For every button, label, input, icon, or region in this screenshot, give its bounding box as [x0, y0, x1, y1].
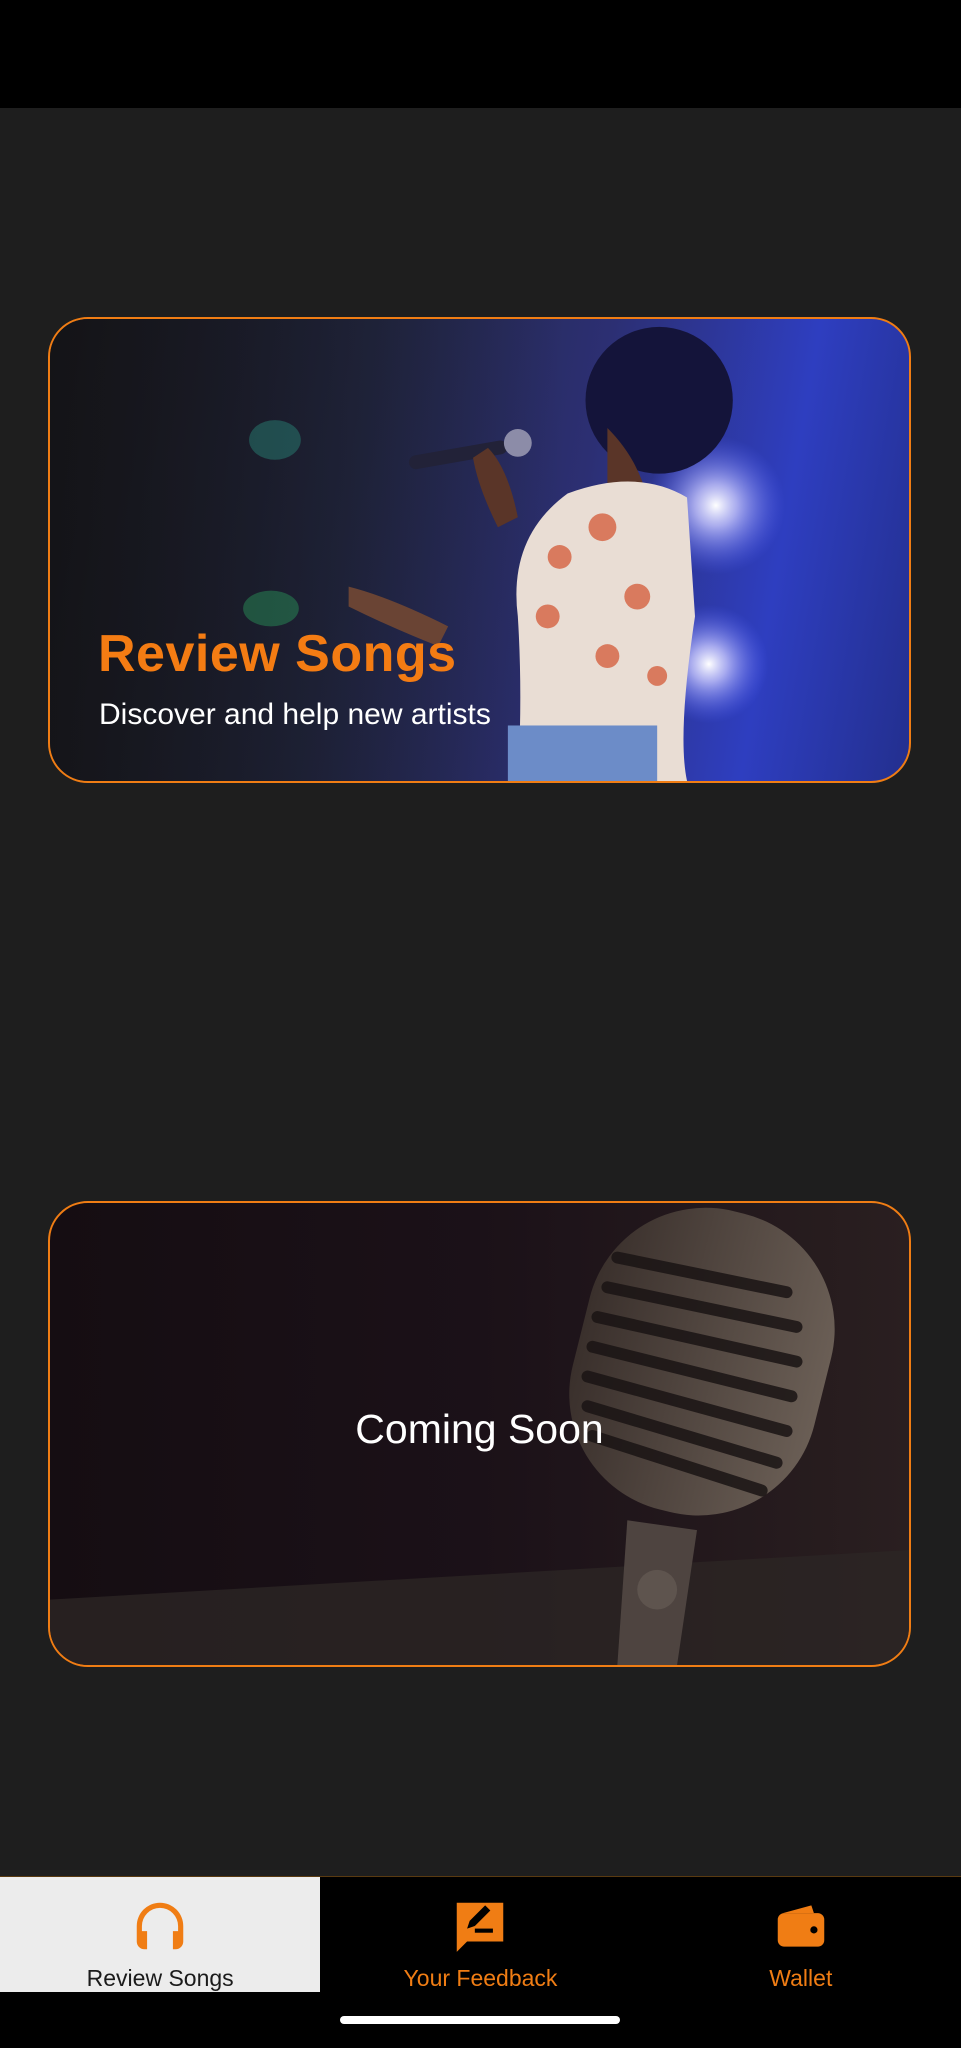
feedback-icon	[457, 1902, 504, 1952]
review-songs-card[interactable]: Review Songs Discover and help new artis…	[48, 317, 911, 783]
home-indicator[interactable]	[340, 2016, 620, 2024]
system-navigation-bar	[0, 1992, 961, 2048]
wallet-icon	[777, 1905, 825, 1947]
nav-label: Wallet	[769, 1965, 833, 1991]
card-title: Review Songs	[98, 625, 457, 683]
coming-soon-label: Coming Soon	[355, 1406, 604, 1452]
nav-item-your-feedback[interactable]: Your Feedback	[320, 1877, 640, 1993]
coming-soon-card[interactable]: Coming Soon	[48, 1201, 911, 1667]
status-bar	[0, 0, 961, 108]
bottom-navigation: Review Songs Your Feedback Wallet	[0, 1876, 961, 1993]
card-subtitle: Discover and help new artists	[99, 698, 491, 731]
nav-label: Your Feedback	[403, 1965, 558, 1991]
nav-label: Review Songs	[86, 1965, 234, 1991]
nav-item-wallet[interactable]: Wallet	[641, 1877, 961, 1993]
nav-item-review-songs[interactable]: Review Songs	[0, 1877, 321, 1993]
headphones-icon	[136, 1902, 184, 1950]
